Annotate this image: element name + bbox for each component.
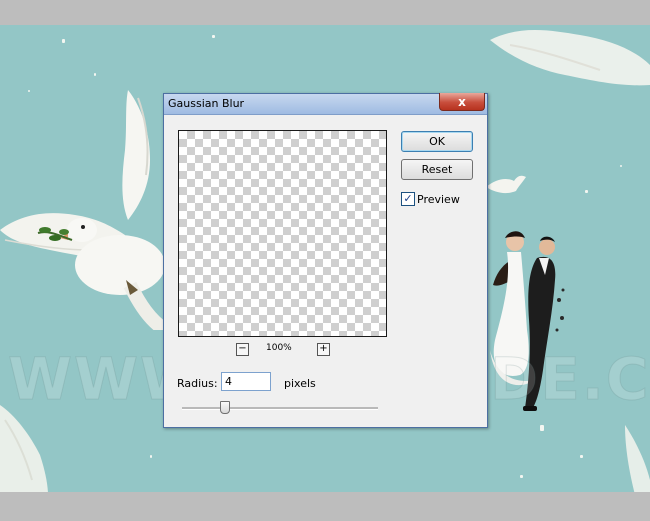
- speck: [520, 475, 523, 478]
- zoom-level: 100%: [266, 343, 292, 353]
- speck: [62, 39, 65, 43]
- preview-label: Preview: [417, 193, 460, 206]
- speck: [94, 73, 96, 76]
- speck: [540, 425, 544, 431]
- zoom-out-button[interactable]: −: [236, 343, 249, 356]
- small-dove-image: [486, 175, 526, 194]
- gaussian-blur-dialog: Gaussian Blur x − 100% + Radius: pixels …: [163, 93, 488, 428]
- radius-slider-thumb[interactable]: [220, 401, 230, 414]
- ok-button[interactable]: OK: [401, 131, 473, 152]
- dialog-titlebar[interactable]: Gaussian Blur x: [164, 93, 487, 115]
- dove-wing-bottom-right: [625, 425, 650, 492]
- dove-wing-top-right: [490, 30, 650, 86]
- checkmark-icon: ✓: [403, 192, 413, 205]
- close-icon: x: [458, 94, 466, 109]
- speck: [150, 455, 152, 458]
- plus-icon: +: [319, 343, 328, 354]
- minus-icon: −: [238, 343, 247, 354]
- speck: [620, 165, 622, 167]
- radius-label: Radius:: [177, 377, 218, 390]
- dialog-title: Gaussian Blur: [168, 97, 245, 110]
- radius-input[interactable]: [221, 372, 271, 391]
- speck: [580, 455, 583, 458]
- reset-button[interactable]: Reset: [401, 159, 473, 180]
- dove-image: [0, 90, 170, 330]
- radius-slider-track[interactable]: [182, 407, 378, 410]
- speck: [585, 190, 588, 193]
- zoom-in-button[interactable]: +: [317, 343, 330, 356]
- radius-units-label: pixels: [284, 377, 316, 390]
- preview-checkbox[interactable]: ✓: [401, 192, 415, 206]
- preview-area[interactable]: [178, 130, 387, 337]
- close-button[interactable]: x: [439, 93, 485, 111]
- speck: [212, 35, 215, 38]
